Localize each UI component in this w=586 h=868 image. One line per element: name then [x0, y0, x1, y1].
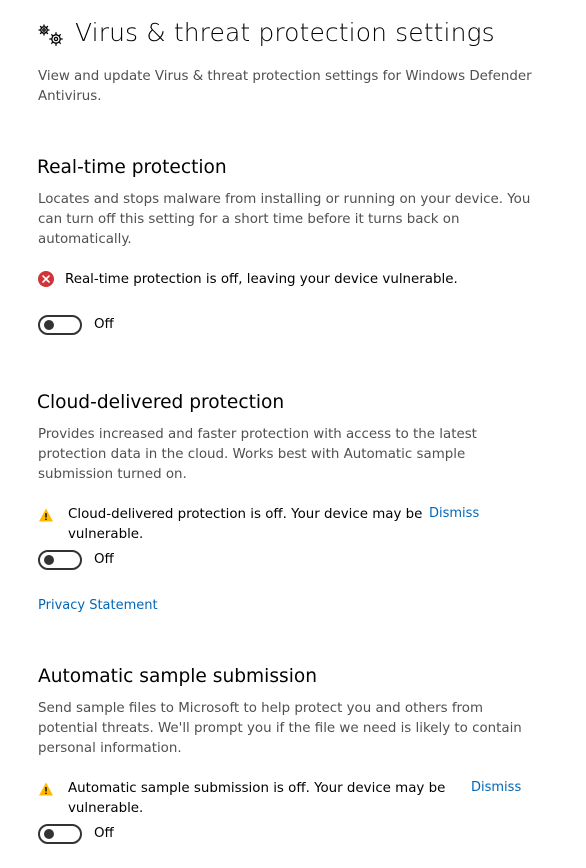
cloud-section-title: Cloud-delivered protection — [37, 392, 285, 413]
sample-status-text: Automatic sample submission is off. Your… — [68, 781, 446, 816]
page-title: Virus & threat protection settings — [75, 18, 495, 47]
sample-toggle[interactable] — [38, 824, 82, 844]
sample-description: Send sample files to Microsoft to help p… — [38, 701, 522, 756]
realtime-status-text: Real-time protection is off, leaving you… — [65, 272, 458, 287]
cloud-toggle-label: Off — [94, 552, 114, 567]
cloud-description: Provides increased and faster protection… — [38, 427, 477, 482]
cloud-dismiss-link[interactable]: Dismiss — [429, 506, 479, 521]
privacy-statement-link[interactable]: Privacy Statement — [38, 598, 158, 613]
cloud-status-text: Cloud-delivered protection is off. Your … — [68, 507, 423, 542]
warning-icon — [39, 782, 53, 796]
gears-icon — [38, 24, 63, 46]
sample-section-title: Automatic sample submission — [38, 666, 318, 687]
warning-icon — [39, 508, 53, 522]
toggle-knob — [44, 829, 54, 839]
toggle-knob — [44, 320, 54, 330]
realtime-description: Locates and stops malware from installin… — [38, 192, 531, 247]
sample-dismiss-link[interactable]: Dismiss — [471, 780, 521, 795]
page-description: View and update Virus & threat protectio… — [38, 69, 532, 104]
cloud-toggle[interactable] — [38, 550, 82, 570]
error-icon — [38, 271, 54, 287]
toggle-knob — [44, 555, 54, 565]
sample-toggle-label: Off — [94, 826, 114, 841]
realtime-toggle[interactable] — [38, 315, 82, 335]
realtime-section-title: Real-time protection — [37, 157, 227, 178]
realtime-toggle-label: Off — [94, 317, 114, 332]
